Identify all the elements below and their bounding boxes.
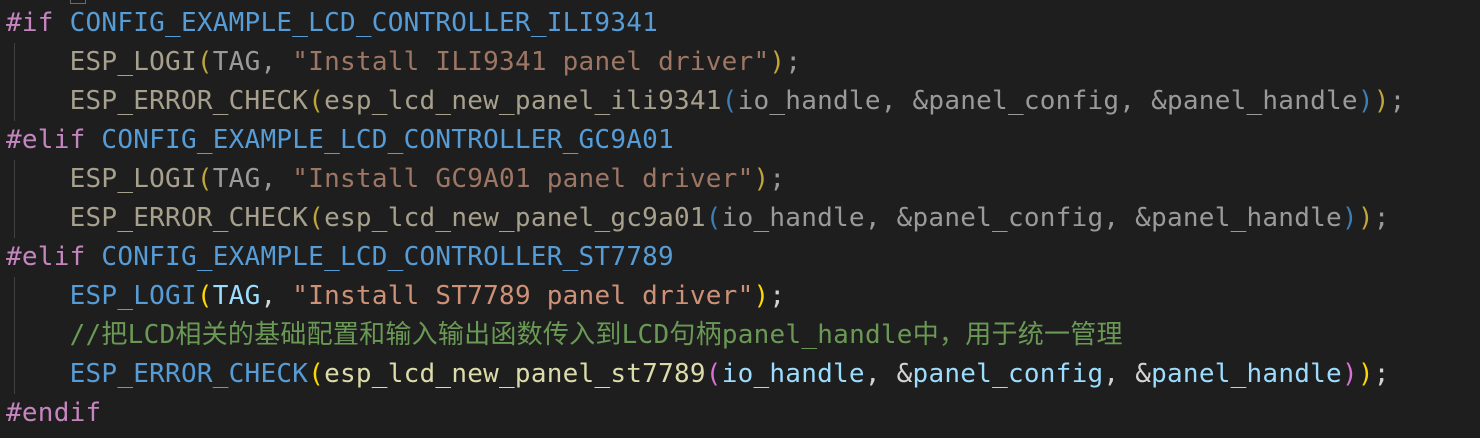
code-token: #if [6, 8, 70, 38]
code-token: ) [1357, 359, 1374, 389]
code-token: CONFIG_EXAMPLE_LCD_CONTROLLER_ST7789 [101, 242, 674, 272]
code-token: io_handle [721, 359, 865, 389]
code-token: ) [753, 281, 770, 311]
code-token: ( [308, 203, 325, 233]
code-token: io_handle, &panel_config, &panel_handle [721, 203, 1342, 233]
code-token: ESP_ERROR_CHECK [69, 86, 309, 116]
code-token: TAG [212, 281, 261, 311]
code-token: ) [1341, 203, 1358, 233]
code-token: , & [864, 359, 913, 389]
code-token: ( [196, 47, 213, 77]
code-token: ( [721, 86, 738, 116]
code-token: ESP_LOGI [69, 281, 197, 311]
code-token: ) [753, 164, 770, 194]
code-token: esp_lcd_new_panel_gc9a01 [324, 203, 706, 233]
code-token: io_handle, &panel_config, &panel_handle [737, 86, 1358, 116]
code-token: ) [1341, 359, 1358, 389]
code-token: //把LCD相关的基础配置和输入输出函数传入到LCD句柄panel_handle… [69, 320, 1123, 350]
code-line[interactable]: ESP_LOGI(TAG, "Install GC9A01 panel driv… [6, 160, 785, 199]
code-line[interactable]: //把LCD相关的基础配置和输入输出函数传入到LCD句柄panel_handle… [6, 316, 1123, 355]
code-token: , [260, 281, 293, 311]
code-token: "Install ILI9341 panel driver" [292, 47, 770, 77]
code-token: ; [769, 281, 786, 311]
code-token: ESP_LOGI [69, 164, 197, 194]
code-line[interactable]: #if CONFIG_EXAMPLE_LCD_CONTROLLER_ILI934… [6, 4, 658, 43]
code-token: ESP_LOGI [69, 47, 197, 77]
code-token: ; [769, 164, 786, 194]
code-token: ( [705, 359, 722, 389]
code-token: panel_handle [1151, 359, 1342, 389]
code-token: #elif [6, 125, 102, 155]
code-token: ESP_ERROR_CHECK [69, 359, 309, 389]
code-token: ) [1373, 86, 1390, 116]
code-token: ; [1389, 86, 1406, 116]
code-token: panel_config [912, 359, 1104, 389]
code-line[interactable]: #elif CONFIG_EXAMPLE_LCD_CONTROLLER_GC9A… [6, 121, 674, 160]
code-token: ( [308, 86, 325, 116]
code-token: TAG, [212, 164, 293, 194]
code-line[interactable]: ESP_LOGI(TAG, "Install ST7789 panel driv… [6, 277, 785, 316]
code-line[interactable]: ESP_ERROR_CHECK(esp_lcd_new_panel_ili934… [6, 82, 1406, 121]
code-line[interactable]: #endif [6, 394, 101, 433]
code-line[interactable]: ESP_LOGI(TAG, "Install ILI9341 panel dri… [6, 43, 801, 82]
code-line[interactable]: #elif CONFIG_EXAMPLE_LCD_CONTROLLER_ST77… [6, 238, 674, 277]
code-token: ) [769, 47, 786, 77]
code-line[interactable]: ESP_ERROR_CHECK(esp_lcd_new_panel_st7789… [6, 355, 1390, 394]
code-token: ) [1357, 86, 1374, 116]
code-token: esp_lcd_new_panel_st7789 [324, 359, 706, 389]
code-token: TAG, [212, 47, 293, 77]
code-token: ; [785, 47, 802, 77]
code-token: ; [1373, 203, 1390, 233]
code-line[interactable]: ESP_ERROR_CHECK(esp_lcd_new_panel_gc9a01… [6, 199, 1390, 238]
code-token: , & [1103, 359, 1152, 389]
code-token: CONFIG_EXAMPLE_LCD_CONTROLLER_GC9A01 [101, 125, 674, 155]
code-token: "Install GC9A01 panel driver" [292, 164, 754, 194]
code-token: CONFIG_EXAMPLE_LCD_CONTROLLER_ILI9341 [69, 8, 659, 38]
code-editor[interactable]: #if CONFIG_EXAMPLE_LCD_CONTROLLER_ILI934… [0, 0, 1480, 438]
code-token: ( [196, 281, 213, 311]
code-token: ( [308, 359, 325, 389]
code-token: ( [196, 164, 213, 194]
code-token: "Install ST7789 panel driver" [292, 281, 754, 311]
code-token: #endif [6, 398, 102, 428]
code-token: ; [1373, 359, 1390, 389]
code-token: ESP_ERROR_CHECK [69, 203, 309, 233]
code-token: esp_lcd_new_panel_ili9341 [324, 86, 722, 116]
code-token: #elif [6, 242, 102, 272]
code-token: ) [1357, 203, 1374, 233]
code-token: ( [705, 203, 722, 233]
